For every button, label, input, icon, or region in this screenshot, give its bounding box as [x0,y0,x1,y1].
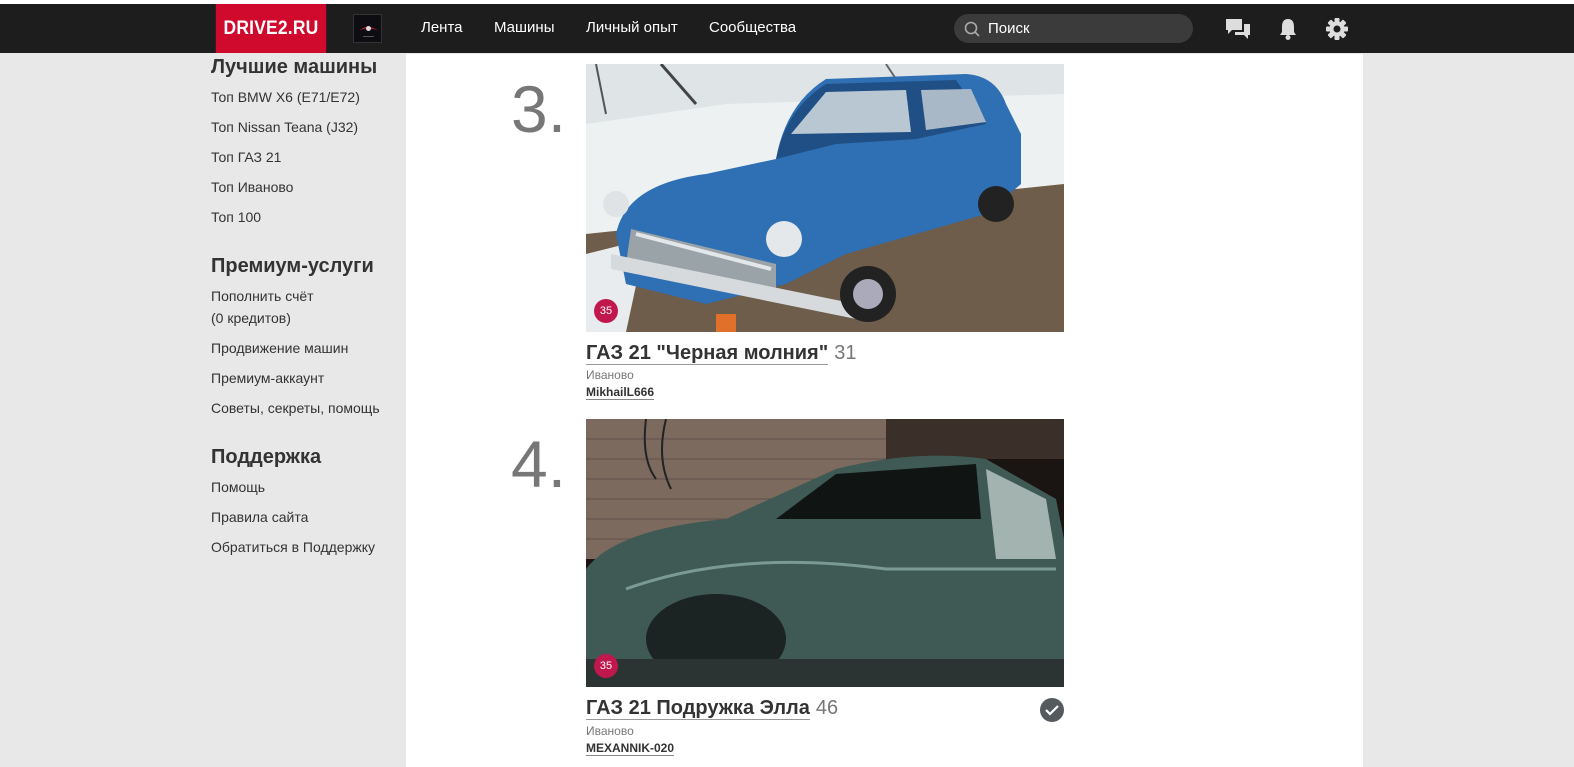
top-nissan-teana-link[interactable]: Топ Nissan Teana (J32) [211,116,358,138]
contact-support-link[interactable]: Обратиться в Поддержку [211,536,375,558]
best-cars-heading: Лучшие машины [211,56,378,78]
top-100-link[interactable]: Топ 100 [211,206,261,228]
site-rules-link[interactable]: Правила сайта [211,506,308,528]
user-avatar[interactable] [353,14,382,43]
tips-help-link[interactable]: Советы, секреты, помощь [211,397,380,419]
car-photo[interactable]: 35 [586,64,1064,332]
top-navbar: DRIVE2.RU Лента Машины Личный опыт Сообщ… [0,4,1574,53]
nav-feed[interactable]: Лента [421,19,463,36]
credits-count: (0 кредитов) [211,310,291,326]
rank-number: 3. [511,72,567,146]
search-box[interactable] [954,14,1193,43]
car-owner-link[interactable]: MEXANNIK-020 [586,741,675,756]
main-content: 3. 35 ГАЗ 21 "Черная молния" 31 Иваново … [406,54,1363,767]
photo-count-badge: 35 [594,654,618,678]
settings-gear-icon[interactable] [1323,16,1351,42]
help-link[interactable]: Помощь [211,476,265,498]
car-city: Иваново [586,368,634,382]
photo-count-badge: 35 [594,299,618,323]
car-title[interactable]: ГАЗ 21 Подружка Элла 46 [586,697,838,720]
car-rating: 46 [815,697,839,719]
bell-icon[interactable] [1274,16,1302,42]
messages-icon[interactable] [1224,16,1252,42]
nav-cars[interactable]: Машины [494,19,554,36]
car-owner-link[interactable]: MikhailL666 [586,385,655,400]
car-title-link[interactable]: ГАЗ 21 Подружка Элла [586,697,810,720]
support-heading: Поддержка [211,446,322,468]
premium-account-link[interactable]: Премиум-аккаунт [211,367,324,389]
car-title[interactable]: ГАЗ 21 "Черная молния" 31 [586,342,856,365]
premium-heading: Премиум-услуги [211,255,374,277]
top-ivanovo-link[interactable]: Топ Иваново [211,176,293,198]
car-rating: 31 [834,342,857,364]
car-title-link[interactable]: ГАЗ 21 "Черная молния" [586,342,829,365]
checkmark-icon [1040,698,1064,722]
search-input[interactable] [988,14,1183,43]
top-gaz21-link[interactable]: Топ ГАЗ 21 [211,146,281,168]
car-photo[interactable]: 35 [586,419,1064,687]
rank-number: 4. [511,427,567,501]
search-icon [964,21,980,37]
nav-personal-experience[interactable]: Личный опыт [586,19,678,36]
car-city: Иваново [586,724,634,738]
site-logo[interactable]: DRIVE2.RU [215,4,327,53]
top-bmw-x6-link[interactable]: Топ BMW X6 (E71/E72) [211,86,360,108]
top-up-balance-link[interactable]: Пополнить счёт [211,285,314,307]
car-promotion-link[interactable]: Продвижение машин [211,337,348,359]
nav-communities[interactable]: Сообщества [709,19,796,36]
